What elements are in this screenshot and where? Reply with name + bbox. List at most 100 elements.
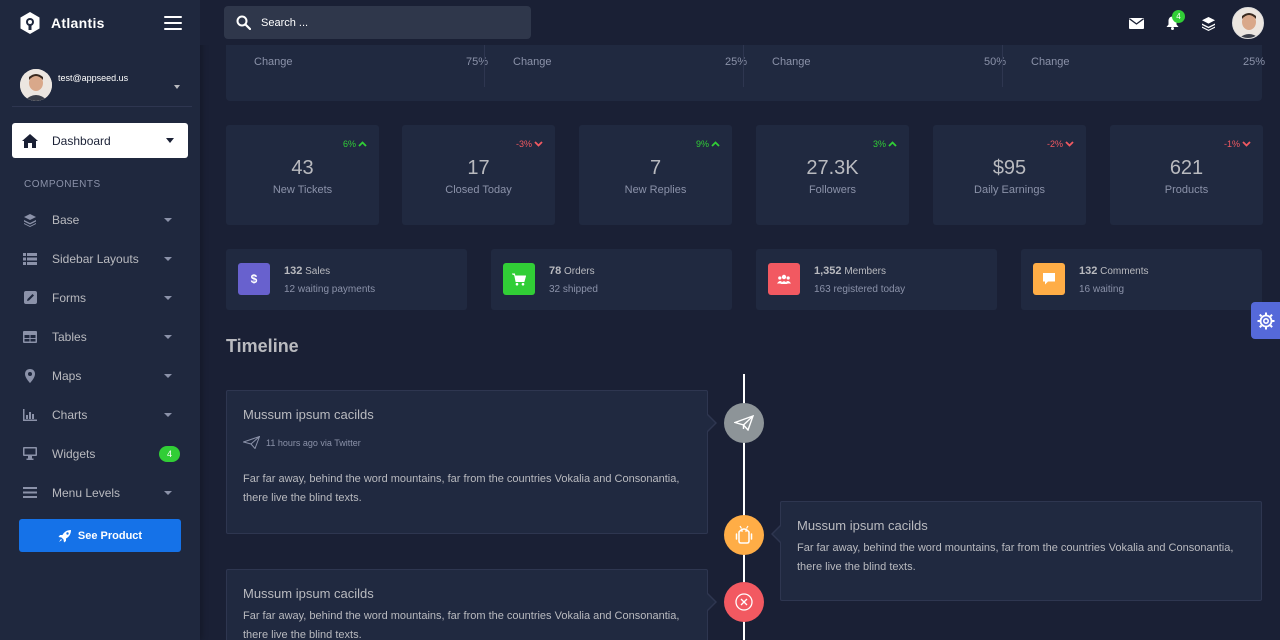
info-card-sales: $ 132 Sales 12 waiting payments bbox=[226, 249, 467, 310]
timeline-panel: Mussum ipsum cacilds Far far away, behin… bbox=[771, 501, 1262, 601]
stat-label: Closed Today bbox=[445, 184, 512, 196]
chevron-down-icon bbox=[164, 373, 172, 378]
timeline-text: Far far away, behind the word mountains,… bbox=[243, 610, 680, 640]
sidebar-item-label: Tables bbox=[52, 329, 87, 344]
timeline-heading: Mussum ipsum cacilds bbox=[243, 407, 374, 422]
map-marker-icon bbox=[23, 368, 37, 383]
comment-icon bbox=[1033, 263, 1065, 295]
sidebar-item-label: Widgets bbox=[52, 446, 96, 461]
sidebar-toggle-icon[interactable] bbox=[164, 15, 182, 30]
timeline-text: Far far away, behind the word mountains,… bbox=[797, 542, 1234, 573]
change-label: Change bbox=[513, 56, 552, 68]
sidebar-item-charts[interactable]: Charts bbox=[0, 395, 200, 434]
change-cell: Change 75% bbox=[254, 56, 488, 68]
search-icon[interactable] bbox=[236, 15, 251, 30]
chevron-up-icon bbox=[358, 141, 367, 147]
info-subtitle: 16 waiting bbox=[1079, 284, 1125, 295]
see-product-button[interactable]: See Product bbox=[19, 519, 181, 552]
bell-icon[interactable]: 4 bbox=[1154, 7, 1190, 39]
users-icon bbox=[768, 263, 800, 295]
info-subtitle: 163 registered today bbox=[814, 284, 906, 295]
stat-value: $95 bbox=[992, 157, 1027, 179]
sidebar-item-label: Dashboard bbox=[52, 133, 111, 148]
chevron-down-icon[interactable] bbox=[174, 85, 180, 89]
sidebar-item-label: Base bbox=[52, 212, 80, 227]
desktop-icon bbox=[23, 447, 37, 461]
stat-card-daily-earnings: -2% $95 Daily Earnings bbox=[933, 125, 1086, 225]
chevron-down-icon bbox=[534, 141, 543, 147]
dollar-icon: $ bbox=[238, 263, 270, 295]
change-cell: Change 25% bbox=[1031, 56, 1265, 68]
user-profile[interactable]: test@appseed.us bbox=[20, 64, 192, 106]
chevron-down-icon bbox=[1065, 141, 1074, 147]
sidebar-item-label: Sidebar Layouts bbox=[52, 251, 139, 266]
change-cell: Change 50% bbox=[772, 56, 1006, 68]
timeline-title: Timeline bbox=[226, 336, 299, 356]
sidebar-item-widgets[interactable]: Widgets 4 bbox=[0, 434, 200, 473]
sidebar-item-maps[interactable]: Maps bbox=[0, 356, 200, 395]
list-icon bbox=[23, 252, 37, 266]
stat-trend: -3% bbox=[516, 139, 543, 149]
stat-trend: -1% bbox=[1224, 139, 1251, 149]
logo-bar: Atlantis bbox=[0, 0, 200, 45]
layers-icon[interactable] bbox=[1190, 7, 1226, 39]
info-title: 1,352 Members bbox=[814, 265, 886, 277]
gear-icon bbox=[1257, 312, 1274, 329]
stat-value: 27.3K bbox=[806, 157, 859, 179]
stat-card-new-tickets: 6% 43 New Tickets bbox=[226, 125, 379, 225]
divider bbox=[743, 45, 744, 87]
home-icon bbox=[22, 133, 38, 148]
sidebar-item-tables[interactable]: Tables bbox=[0, 317, 200, 356]
top-icons: 4 bbox=[1118, 7, 1264, 39]
stat-value: 621 bbox=[1169, 157, 1204, 179]
search-bar[interactable] bbox=[224, 6, 531, 39]
chevron-down-icon bbox=[164, 490, 172, 495]
timeline-heading: Mussum ipsum cacilds bbox=[243, 586, 374, 601]
stat-label: Products bbox=[1164, 184, 1209, 196]
android-icon bbox=[724, 515, 764, 555]
info-card-orders: 78 Orders 32 shipped bbox=[491, 249, 732, 310]
app-name: Atlantis bbox=[51, 14, 105, 31]
info-card-comments: 132 Comments 16 waiting bbox=[1021, 249, 1262, 310]
chevron-down-icon bbox=[164, 334, 172, 339]
sidebar-item-forms[interactable]: Forms bbox=[0, 278, 200, 317]
stat-value: 43 bbox=[291, 157, 314, 179]
timeline-panel-arrow bbox=[771, 524, 782, 544]
bar-chart-icon bbox=[23, 408, 37, 422]
envelope-icon[interactable] bbox=[1118, 7, 1154, 39]
sidebar-item-label: Menu Levels bbox=[52, 485, 121, 500]
stat-trend: 3% bbox=[873, 139, 897, 149]
change-label: Change bbox=[772, 56, 811, 68]
avatar bbox=[20, 69, 52, 101]
user-email: test@appseed.us bbox=[58, 73, 129, 83]
change-summary-card: Change 75% Change 25% Change 50% Change … bbox=[226, 45, 1265, 101]
sidebar-item-dashboard[interactable]: Dashboard bbox=[12, 123, 188, 158]
user-avatar[interactable] bbox=[1232, 7, 1264, 39]
see-product-label: See Product bbox=[77, 529, 143, 542]
stat-value: 17 bbox=[467, 157, 490, 179]
sidebar-nav: Base Sidebar Layouts Forms Tables Maps C… bbox=[0, 200, 200, 512]
bars-icon bbox=[23, 486, 37, 500]
sidebar-item-menu-levels[interactable]: Menu Levels bbox=[0, 473, 200, 512]
divider bbox=[1002, 45, 1003, 87]
sidebar-item-base[interactable]: Base bbox=[0, 200, 200, 239]
chevron-down-icon bbox=[166, 138, 174, 143]
sidebar-item-sidebar-layouts[interactable]: Sidebar Layouts bbox=[0, 239, 200, 278]
sidebar-item-label: Maps bbox=[52, 368, 82, 383]
info-subtitle: 12 waiting payments bbox=[284, 284, 376, 295]
stat-label: Daily Earnings bbox=[974, 184, 1045, 196]
info-title: 78 Orders bbox=[549, 265, 595, 277]
stat-label: Followers bbox=[808, 184, 857, 196]
change-label: Change bbox=[1031, 56, 1070, 68]
change-label: Change bbox=[254, 56, 293, 68]
paper-plane-icon bbox=[243, 436, 260, 449]
timeline-text: Far far away, behind the word mountains,… bbox=[243, 473, 680, 504]
settings-gear-button[interactable] bbox=[1251, 302, 1280, 339]
timeline-meta: 11 hours ago via Twitter bbox=[243, 436, 691, 449]
search-input[interactable] bbox=[261, 16, 521, 29]
info-title: 132 Comments bbox=[1079, 265, 1149, 277]
info-subtitle: 32 shipped bbox=[549, 284, 598, 295]
cart-icon bbox=[503, 263, 535, 295]
table-icon bbox=[23, 330, 37, 344]
timeline-panel-arrow bbox=[706, 413, 717, 433]
